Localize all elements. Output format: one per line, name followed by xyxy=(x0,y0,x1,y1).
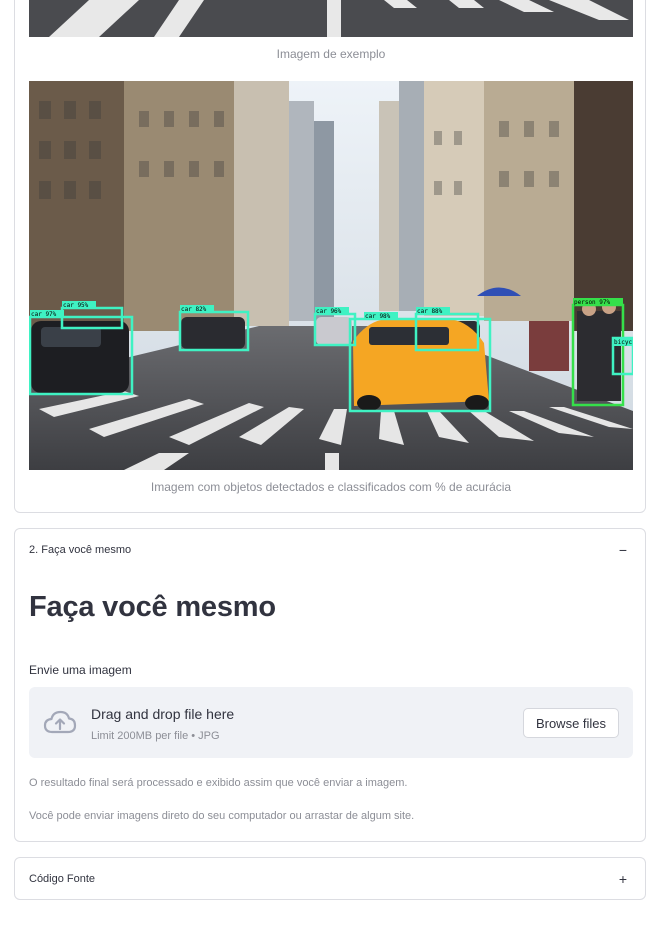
info-text-result: O resultado final será processado e exib… xyxy=(29,777,408,789)
diy-expander-header[interactable]: 2. Faça você mesmo − xyxy=(29,529,631,571)
collapse-icon[interactable]: − xyxy=(615,542,631,558)
detection-label: person 97% xyxy=(574,299,611,306)
detection-label: car 95% xyxy=(63,302,89,309)
detection-label: car 96% xyxy=(316,308,342,315)
detection-label: car 88% xyxy=(417,308,443,315)
detection-label: car 82% xyxy=(181,306,207,313)
source-code-expander-header[interactable]: Código Fonte + xyxy=(29,858,631,900)
page-title: Faça você mesmo xyxy=(29,591,276,623)
example-image-caption: Imagem de exemplo xyxy=(276,47,386,61)
upload-label: Envie uma imagem xyxy=(29,663,132,677)
source-code-expander-label: Código Fonte xyxy=(29,873,96,885)
detection-label: car 97% xyxy=(31,311,57,318)
detection-label: car 98% xyxy=(365,313,391,320)
diy-expander: 2. Faça você mesmo − Faça você mesmo Env… xyxy=(14,528,646,842)
example-expander: Imagem de exemplo car 97% car 95% car 82… xyxy=(14,0,646,513)
dropzone-limits: Limit 200MB per file • JPG xyxy=(91,730,220,742)
detected-image-caption: Imagem com objetos detectados e classifi… xyxy=(150,480,512,494)
expand-icon[interactable]: + xyxy=(615,871,631,887)
detected-objects-image: car 97% car 95% car 82% car 96% car 98% … xyxy=(29,81,633,470)
info-text-upload: Você pode enviar imagens direto do seu c… xyxy=(29,810,415,822)
browse-files-button[interactable]: Browse files xyxy=(523,708,619,738)
example-image xyxy=(29,0,633,37)
diy-expander-label: 2. Faça você mesmo xyxy=(29,544,132,556)
dropzone-title: Drag and drop file here xyxy=(91,706,235,722)
source-code-expander[interactable]: Código Fonte + xyxy=(14,857,646,900)
detection-label: bicyc xyxy=(614,339,632,346)
cloud-upload-icon xyxy=(43,709,77,735)
file-dropzone[interactable]: Drag and drop file here Limit 200MB per … xyxy=(29,687,633,758)
